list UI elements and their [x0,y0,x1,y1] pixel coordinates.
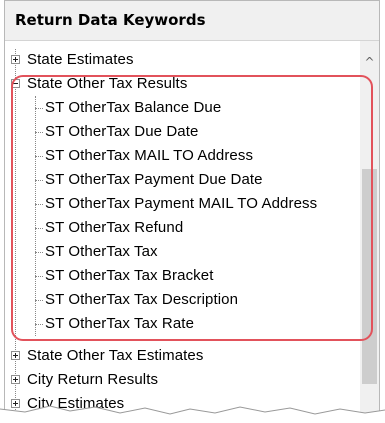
vertical-scrollbar[interactable]: ^ [360,41,379,422]
tree-connector-line [35,108,43,109]
tree-item-label: ST OtherTax Payment MAIL TO Address [45,195,318,212]
keywords-panel: Return Data Keywords State Estimates Sta… [4,0,380,423]
tree-item-label: State Estimates [27,51,134,68]
tree-connector-line [35,324,43,325]
tree-item-state-other-tax-results[interactable]: State Other Tax Results [5,73,360,97]
keyword-tree: State Estimates State Other Tax Results … [5,49,360,422]
scrollbar-thumb[interactable] [362,169,377,384]
tree-item-keyword[interactable]: ST OtherTax Tax Rate [5,313,360,337]
tree-item-label: ST OtherTax Tax [45,243,158,260]
tree-item-keyword[interactable]: ST OtherTax Payment Due Date [5,169,360,193]
tree-connector-line [35,132,43,133]
tree-connector-line [35,252,43,253]
tree-connector-line [35,228,43,229]
tree-item-label: ST OtherTax Due Date [45,123,199,140]
tree-item-keyword[interactable]: ST OtherTax Tax Bracket [5,265,360,289]
tree-item-label: ST OtherTax Refund [45,219,184,236]
scroll-up-arrow-icon[interactable]: ^ [360,54,379,70]
expand-plus-icon[interactable] [11,351,20,360]
tree-item-label: ST OtherTax Tax Bracket [45,267,214,284]
tree-item-keyword[interactable]: ST OtherTax Refund [5,217,360,241]
tree-item-keyword[interactable]: ST OtherTax MAIL TO Address [5,145,360,169]
tree-item-label: State Other Tax Estimates [27,347,204,364]
tree-item-city-return-results[interactable]: City Return Results [5,369,360,393]
tree-item-keyword[interactable]: ST OtherTax Tax [5,241,360,265]
tree-item-label: ST OtherTax Tax Description [45,291,239,308]
tree-item-label: ST OtherTax MAIL TO Address [45,147,254,164]
tree-item-state-estimates[interactable]: State Estimates [5,49,360,73]
torn-edge [0,405,385,423]
tree-item-keyword[interactable]: ST OtherTax Balance Due [5,97,360,121]
collapse-minus-icon[interactable] [11,79,20,88]
panel-header: Return Data Keywords [5,1,379,41]
tree-item-state-other-tax-estimates[interactable]: State Other Tax Estimates [5,345,360,369]
tree-item-label: City Return Results [27,371,159,388]
tree-connector-line [35,300,43,301]
tree-connector-line [35,156,43,157]
tree-item-keyword[interactable]: ST OtherTax Tax Description [5,289,360,313]
tree-item-label: ST OtherTax Tax Rate [45,315,195,332]
expand-plus-icon[interactable] [11,375,20,384]
tree-connector-line [35,204,43,205]
tree-item-label: State Other Tax Results [27,75,188,92]
tree-item-keyword[interactable]: ST OtherTax Due Date [5,121,360,145]
tree-item-label: ST OtherTax Balance Due [45,99,222,116]
tree-item-label: ST OtherTax Payment Due Date [45,171,263,188]
tree-item-keyword[interactable]: ST OtherTax Payment MAIL TO Address [5,193,360,217]
expand-plus-icon[interactable] [11,55,20,64]
tree-connector-line [35,180,43,181]
tree-connector-line [35,276,43,277]
panel-title: Return Data Keywords [15,11,206,29]
